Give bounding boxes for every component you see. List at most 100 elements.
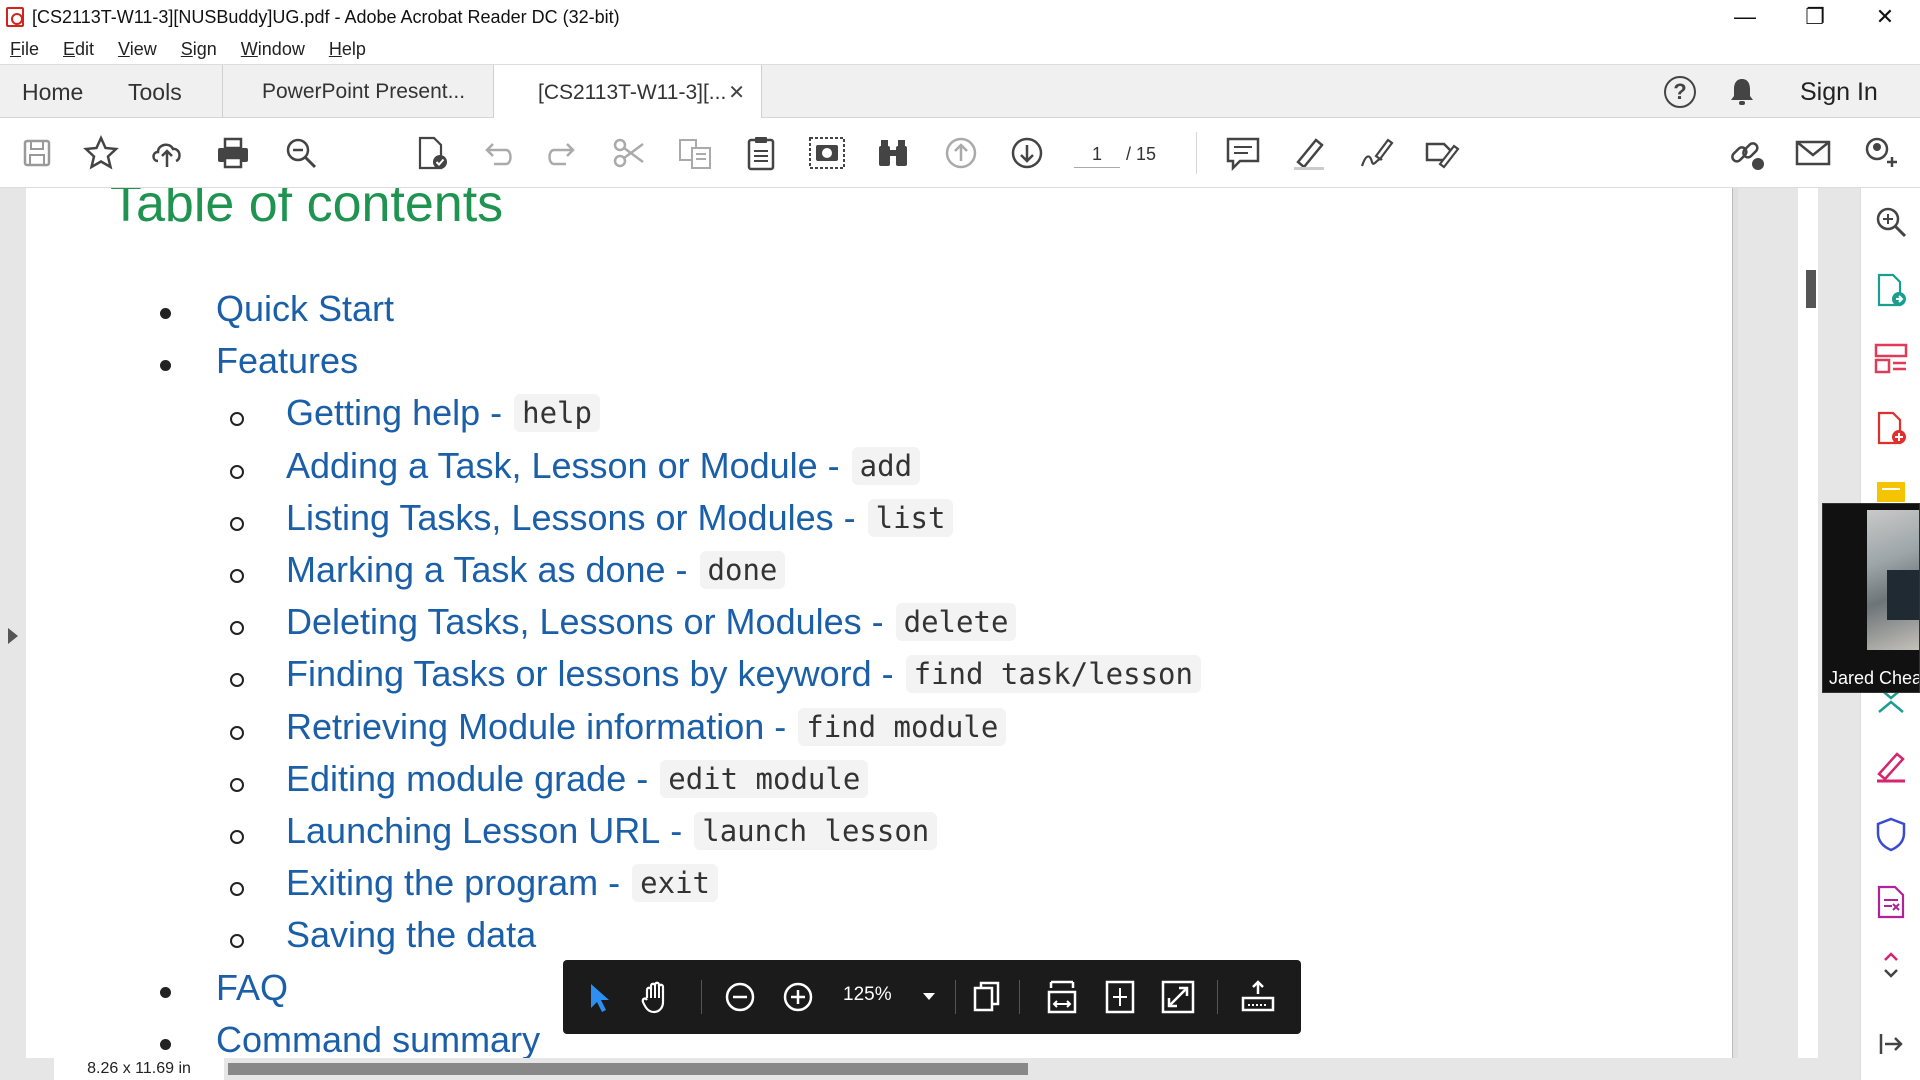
bullet-disc-icon [160, 1038, 171, 1050]
toc-link[interactable]: Marking a Task as done [286, 549, 666, 591]
fit-page-icon[interactable] [1101, 978, 1139, 1016]
video-call-tile[interactable]: Jared Chea [1822, 503, 1920, 693]
cut-icon[interactable] [610, 134, 648, 172]
fill-sign-icon[interactable] [1422, 134, 1460, 172]
clipboard-icon[interactable] [742, 134, 780, 172]
toc-link[interactable]: Listing Tasks, Lessons or Modules [286, 497, 834, 539]
email-icon[interactable] [1794, 134, 1832, 172]
organize-pages-icon[interactable] [1873, 340, 1909, 376]
create-pdf-icon[interactable] [1873, 410, 1909, 446]
toc-entry: Editing module grade - edit module [286, 758, 869, 800]
toc-link[interactable]: Exiting the program [286, 862, 598, 904]
menu-edit[interactable]: Edit [63, 39, 94, 60]
scroll-more-tools-icon[interactable] [1873, 948, 1909, 984]
redo-icon[interactable] [544, 134, 582, 172]
toc-separator: - [827, 444, 840, 486]
toc-link[interactable]: Quick Start [216, 288, 394, 330]
command-code: edit module [660, 759, 869, 798]
toc-link[interactable]: Finding Tasks or lessons by keyword [286, 653, 872, 695]
read-mode-icon[interactable] [1239, 978, 1277, 1016]
copy-format-icon[interactable] [676, 134, 714, 172]
document-viewport[interactable]: Table of contents Quick Start Features Get… [0, 188, 1860, 1080]
edit-form-icon[interactable] [1873, 884, 1909, 920]
upload-cloud-icon[interactable] [148, 134, 186, 172]
collapse-panel-icon[interactable] [1873, 1026, 1909, 1062]
share-link-icon[interactable] [1728, 134, 1766, 172]
export-pdf-icon[interactable] [1873, 272, 1909, 308]
next-page-icon[interactable] [1008, 134, 1046, 172]
minimize-button[interactable]: — [1710, 0, 1780, 34]
menu-help[interactable]: Help [329, 39, 366, 60]
toc-entry: Exiting the program - exit [286, 862, 718, 904]
bullet-disc-icon [160, 986, 171, 998]
highlight-icon[interactable] [1290, 134, 1328, 172]
notifications-bell-icon[interactable] [1728, 77, 1756, 107]
hand-tool-icon[interactable] [637, 978, 675, 1016]
add-user-icon[interactable] [1860, 134, 1898, 172]
horizontal-scroll-thumb[interactable] [228, 1063, 1028, 1075]
print-icon[interactable] [214, 134, 252, 172]
bullet-circle-icon [230, 569, 244, 583]
toc-separator: - [871, 601, 884, 643]
toc-link[interactable]: Command summary [216, 1019, 540, 1058]
sign-in-link[interactable]: Sign In [1800, 78, 1878, 107]
close-window-button[interactable]: ✕ [1850, 0, 1920, 34]
participant-video-feed [1867, 510, 1919, 650]
menu-view[interactable]: View [118, 39, 157, 60]
full-screen-icon[interactable] [1159, 978, 1197, 1016]
find-zoom-icon[interactable] [282, 134, 320, 172]
vertical-scroll-thumb[interactable] [1806, 270, 1816, 308]
menu-file[interactable]: File [10, 39, 39, 60]
expand-left-panel-icon[interactable] [8, 628, 18, 644]
toc-link[interactable]: Saving the data [286, 914, 536, 956]
fit-width-icon[interactable] [1043, 978, 1081, 1016]
menu-window[interactable]: Window [241, 39, 305, 60]
toc-entry: Finding Tasks or lessons by keyword - find… [286, 653, 1201, 695]
close-tab-icon[interactable]: ✕ [728, 80, 745, 105]
edit-pdf-icon[interactable] [412, 134, 450, 172]
vertical-scrollbar[interactable] [1798, 188, 1818, 1058]
page-view-icon[interactable] [967, 978, 1005, 1016]
tab-home[interactable]: Home [22, 79, 83, 106]
menu-sign[interactable]: Sign [181, 39, 217, 60]
tab-tools[interactable]: Tools [128, 79, 182, 106]
toc-link[interactable]: Getting help [286, 392, 480, 434]
bookmark-star-icon[interactable] [82, 134, 120, 172]
save-icon[interactable] [18, 134, 56, 172]
binoculars-icon[interactable] [874, 134, 912, 172]
fill-and-sign-icon[interactable] [1873, 748, 1909, 784]
snapshot-icon[interactable] [808, 134, 846, 172]
toc-separator: - [490, 392, 503, 434]
toc-link[interactable]: Features [216, 340, 358, 382]
toc-link[interactable]: Retrieving Module information [286, 706, 764, 748]
zoom-out-icon[interactable] [721, 978, 759, 1016]
toc-link[interactable]: Launching Lesson URL [286, 810, 660, 852]
toc-entry: Command summary [216, 1019, 540, 1058]
zoom-in-icon[interactable] [779, 978, 817, 1016]
undo-icon[interactable] [478, 134, 516, 172]
window-title: [CS2113T-W11-3][NUSBuddy]UG.pdf - Adobe … [32, 6, 620, 27]
toolbar-separator [955, 980, 956, 1014]
sign-icon[interactable] [1356, 134, 1394, 172]
page-heading: Table of contents [110, 188, 504, 233]
previous-page-icon[interactable] [942, 134, 980, 172]
protect-shield-icon[interactable] [1873, 816, 1909, 852]
maximize-button[interactable]: ❐ [1780, 0, 1850, 34]
toc-link[interactable]: Adding a Task, Lesson or Module [286, 445, 818, 487]
toc-link[interactable]: FAQ [216, 967, 288, 1009]
comment-icon[interactable] [1224, 134, 1262, 172]
command-code: add [851, 446, 921, 485]
zoom-level-select[interactable]: 125% [843, 984, 892, 1006]
toc-link[interactable]: Deleting Tasks, Lessons or Modules [286, 601, 862, 643]
help-icon[interactable]: ? [1664, 76, 1696, 108]
command-code: list [867, 498, 954, 537]
tab-active-document[interactable]: [CS2113T-W11-3][... ✕ [494, 65, 762, 120]
zoom-search-icon[interactable] [1873, 204, 1909, 240]
tab-powerpoint-document[interactable]: PowerPoint Present... [222, 65, 494, 119]
select-cursor-icon[interactable] [579, 978, 617, 1016]
toc-link[interactable]: Editing module grade [286, 758, 626, 800]
page-number-input[interactable]: 1 [1074, 140, 1120, 168]
bullet-circle-icon [230, 777, 244, 792]
command-code: exit [632, 864, 718, 903]
chevron-down-icon[interactable] [923, 993, 935, 1000]
